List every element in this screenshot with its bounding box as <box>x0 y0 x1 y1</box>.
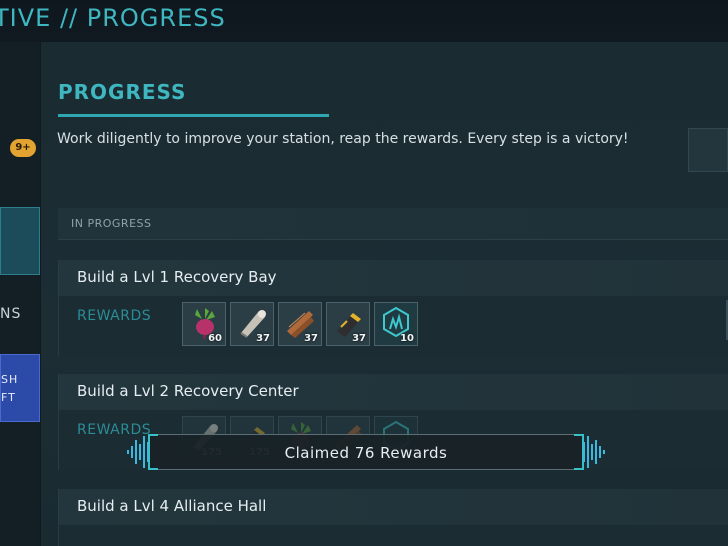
task-item[interactable]: Build a Lvl 4 Alliance Hall <box>58 489 728 546</box>
reward-slot[interactable]: 37 <box>278 302 322 346</box>
claimed-toast: Claimed 76 Rewards <box>126 424 606 480</box>
in-progress-label: IN PROGRESS <box>71 217 152 230</box>
rewards-label: REWARDS <box>77 308 152 324</box>
section-title: PROGRESS <box>58 80 187 104</box>
blue-button-line-2: FT <box>1 391 16 404</box>
task-title: Build a Lvl 4 Alliance Hall <box>77 497 267 515</box>
reward-slot[interactable]: 60 <box>182 302 226 346</box>
section-description: Work diligently to improve your station,… <box>57 131 629 147</box>
reward-count: 60 <box>208 333 222 344</box>
task-title: Build a Lvl 2 Recovery Center <box>77 382 299 400</box>
reward-slot[interactable]: 37 <box>326 302 370 346</box>
toast-bracket-left <box>148 434 158 470</box>
reward-count: 37 <box>352 333 366 344</box>
screen-title: TIVE // PROGRESS <box>0 4 226 32</box>
task-header: Build a Lvl 1 Recovery Bay <box>59 260 728 296</box>
task-header: Build a Lvl 2 Recovery Center <box>59 374 728 410</box>
task-item[interactable]: Build a Lvl 1 Recovery Bay REWARDS 60 37 <box>58 260 728 356</box>
sidebar-partial-label[interactable]: NS <box>0 306 21 322</box>
section-underline <box>58 114 329 117</box>
top-bar: TIVE // PROGRESS <box>0 0 728 42</box>
reward-count: 37 <box>256 333 270 344</box>
reward-slot[interactable]: 10 <box>374 302 418 346</box>
reward-count: 10 <box>400 333 414 344</box>
sidebar-blue-button[interactable]: SH FT <box>0 354 40 422</box>
reward-count: 37 <box>304 333 318 344</box>
sidebar: NS SH FT <box>0 42 40 546</box>
task-title: Build a Lvl 1 Recovery Bay <box>77 268 277 286</box>
toast-box: Claimed 76 Rewards <box>148 434 584 470</box>
sidebar-tab-active[interactable] <box>0 207 40 275</box>
toast-message: Claimed 76 Rewards <box>284 444 448 462</box>
task-header: Build a Lvl 4 Alliance Hall <box>59 489 728 525</box>
reward-slot[interactable]: 37 <box>230 302 274 346</box>
panel-side-button[interactable] <box>688 128 728 172</box>
notification-badge: 9+ <box>10 139 36 157</box>
blue-button-line-1: SH <box>1 373 19 386</box>
in-progress-header: IN PROGRESS <box>58 208 728 240</box>
sound-wave-right-icon <box>583 436 605 468</box>
